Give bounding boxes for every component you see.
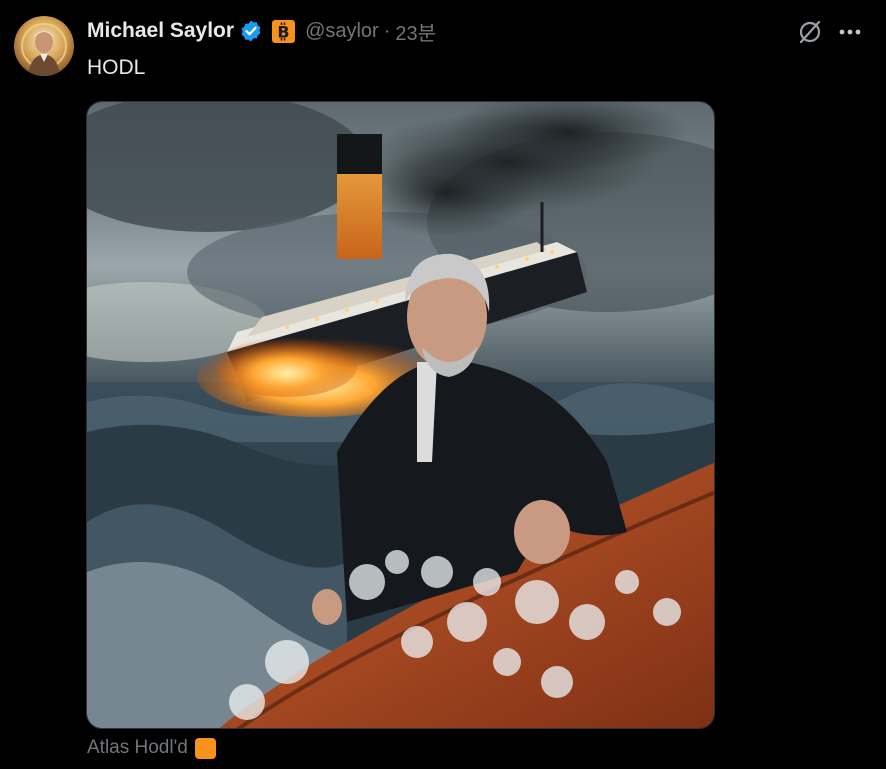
- grok-icon[interactable]: [796, 18, 824, 46]
- post-text: HODL: [87, 56, 146, 79]
- post-timestamp[interactable]: 23분: [395, 17, 436, 46]
- media-caption: Atlas Hodl'd: [87, 737, 216, 759]
- verified-badge-icon[interactable]: [239, 19, 263, 43]
- more-options-icon[interactable]: [837, 20, 863, 44]
- author-display-name[interactable]: Michael Saylor: [87, 19, 234, 43]
- svg-text:B: B: [277, 22, 289, 41]
- post-header: Michael Saylor B @saylor · 23분: [87, 14, 436, 48]
- post: Michael Saylor B @saylor · 23분 HODL Atla…: [0, 0, 886, 769]
- author-handle[interactable]: @saylor: [305, 20, 379, 43]
- post-media-image[interactable]: [86, 101, 715, 729]
- bitcoin-badge-icon[interactable]: B: [272, 19, 296, 43]
- orange-square-emoji-icon: [194, 737, 216, 759]
- caption-text: Atlas Hodl'd: [87, 737, 188, 758]
- separator-dot: ·: [383, 19, 391, 42]
- avatar[interactable]: [14, 16, 74, 76]
